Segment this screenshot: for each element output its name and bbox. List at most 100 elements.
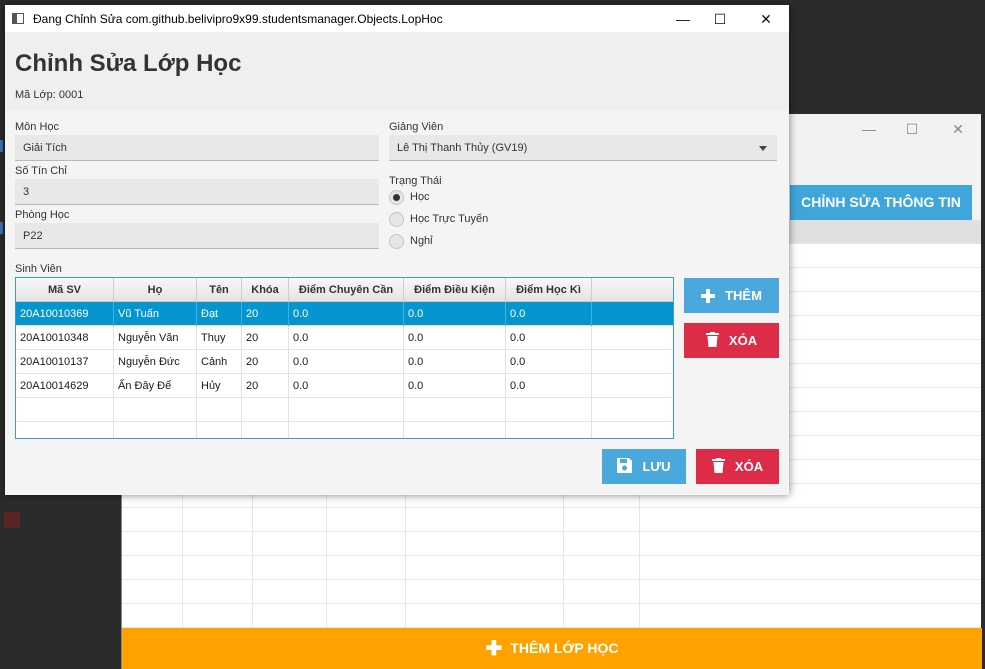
empty-cell — [242, 398, 289, 422]
cell-first-name: Đạt — [197, 302, 242, 326]
save-button[interactable]: LƯU — [602, 449, 686, 484]
column-header-condition[interactable]: Điểm Điều Kiện — [404, 278, 506, 302]
column-header-term[interactable]: Điểm Học Kì — [506, 278, 592, 302]
column-header-first-name[interactable]: Tên — [197, 278, 242, 302]
cell-last-name: Nguyễn Đức — [114, 350, 197, 374]
empty-cell — [242, 422, 289, 438]
add-class-label: THÊM LỚP HỌC — [510, 640, 619, 656]
students-table[interactable]: Mã SV Họ Tên Khóa Điểm Chuyên Cần Điểm Đ… — [15, 277, 674, 439]
cell-student-id: 20A10010369 — [16, 302, 114, 326]
delete-class-button[interactable]: XÓA — [696, 449, 779, 484]
status-option-label: Học — [410, 191, 430, 203]
minimize-button[interactable]: — — [673, 9, 693, 29]
table-row-empty[interactable] — [16, 422, 673, 438]
table-header: Mã SV Họ Tên Khóa Điểm Chuyên Cần Điểm Đ… — [16, 278, 673, 302]
table-row[interactable] — [122, 604, 981, 628]
cell-condition: 0.0 — [404, 326, 506, 350]
table-row-empty[interactable] — [16, 398, 673, 422]
chevron-down-icon — [759, 146, 767, 151]
cell-last-name: Nguyễn Văn — [114, 326, 197, 350]
window-title: Đang Chỉnh Sửa com.github.belivipro9x99.… — [33, 12, 443, 26]
cell-term: 0.0 — [506, 302, 592, 326]
table-row[interactable] — [122, 556, 981, 580]
edit-class-dialog: Đang Chỉnh Sửa com.github.belivipro9x99.… — [5, 5, 789, 495]
background-close-button[interactable]: ✕ — [949, 120, 967, 138]
background-minimize-button[interactable]: — — [860, 120, 878, 138]
error-marker — [4, 512, 20, 528]
radio-selected-icon — [389, 190, 404, 205]
table-row[interactable]: 20A10010348 Nguyễn Văn Thụy 20 0.0 0.0 0… — [16, 326, 673, 350]
cell-first-name: Cảnh — [197, 350, 242, 374]
room-input[interactable]: P22 — [15, 223, 379, 249]
plus-icon — [701, 288, 716, 303]
empty-cell — [114, 422, 197, 438]
cell-condition: 0.0 — [404, 350, 506, 374]
empty-cell — [506, 422, 592, 438]
cell-cohort: 20 — [242, 374, 289, 398]
empty-cell — [197, 422, 242, 438]
trash-icon — [705, 331, 719, 350]
subject-input[interactable]: Giải Tích — [15, 135, 379, 161]
lecturer-select[interactable]: Lê Thị Thanh Thủy (GV19) — [389, 135, 777, 161]
edit-info-button[interactable]: CHỈNH SỬA THÔNG TIN — [790, 185, 972, 220]
column-header-cohort[interactable]: Khóa — [242, 278, 289, 302]
dialog-header: Chỉnh Sửa Lớp Học Mã Lớp: 0001 — [5, 32, 789, 110]
lecturer-label: Giảng Viên — [389, 121, 444, 133]
close-button[interactable]: ✕ — [756, 9, 776, 29]
add-student-button[interactable]: THÊM — [684, 278, 779, 313]
cell-student-id: 20A10010348 — [16, 326, 114, 350]
cell-term: 0.0 — [506, 326, 592, 350]
table-row[interactable] — [122, 580, 981, 604]
empty-cell — [404, 422, 506, 438]
dialog-titlebar: Đang Chỉnh Sửa com.github.belivipro9x99.… — [5, 5, 789, 32]
empty-cell — [114, 398, 197, 422]
room-label: Phòng Học — [15, 209, 70, 221]
page-title: Chỉnh Sửa Lớp Học — [15, 50, 242, 77]
cell-first-name: Thụy — [197, 326, 242, 350]
credits-label: Số Tín Chỉ — [15, 165, 67, 177]
empty-cell — [289, 398, 404, 422]
table-row[interactable]: 20A10014629 Ấn Đây Để Hủy 20 0.0 0.0 0.0 — [16, 374, 673, 398]
cell-cohort: 20 — [242, 302, 289, 326]
column-header-attendance[interactable]: Điểm Chuyên Cần — [289, 278, 404, 302]
credits-input[interactable]: 3 — [15, 179, 379, 205]
cell-term: 0.0 — [506, 374, 592, 398]
save-label: LƯU — [642, 459, 671, 474]
students-label: Sinh Viên — [15, 263, 62, 275]
cell-first-name: Hủy — [197, 374, 242, 398]
empty-cell — [16, 398, 114, 422]
cell-attendance: 0.0 — [289, 350, 404, 374]
cell-cohort: 20 — [242, 350, 289, 374]
gutter-marker — [0, 140, 3, 152]
empty-cell — [289, 422, 404, 438]
empty-cell — [506, 398, 592, 422]
add-student-label: THÊM — [725, 288, 762, 303]
subject-label: Môn Học — [15, 121, 60, 133]
column-header-last-name[interactable]: Họ — [114, 278, 197, 302]
status-option-label: Nghỉ — [410, 235, 433, 247]
table-row[interactable]: 20A10010369 Vũ Tuấn Đạt 20 0.0 0.0 0.0 — [16, 302, 673, 326]
table-row[interactable] — [122, 508, 981, 532]
table-row[interactable] — [122, 532, 981, 556]
app-window-icon — [12, 13, 24, 24]
column-header-student-id[interactable]: Mã SV — [16, 278, 114, 302]
empty-cell — [404, 398, 506, 422]
maximize-button[interactable]: ☐ — [710, 9, 730, 29]
cell-cohort: 20 — [242, 326, 289, 350]
class-code: Mã Lớp: 0001 — [15, 89, 84, 101]
delete-student-button[interactable]: XÓA — [684, 323, 779, 358]
cell-term: 0.0 — [506, 350, 592, 374]
cell-condition: 0.0 — [404, 302, 506, 326]
cell-attendance: 0.0 — [289, 302, 404, 326]
table-row[interactable]: 20A10010137 Nguyễn Đức Cảnh 20 0.0 0.0 0… — [16, 350, 673, 374]
empty-cell — [16, 422, 114, 438]
status-label: Trạng Thái — [389, 175, 442, 187]
floppy-disk-icon — [617, 457, 633, 476]
lecturer-select-value: Lê Thị Thanh Thủy (GV19) — [397, 142, 528, 154]
plus-icon: ✚ — [485, 638, 503, 660]
background-maximize-button[interactable]: ☐ — [903, 120, 921, 138]
add-class-button[interactable]: ✚ THÊM LỚP HỌC — [122, 628, 982, 669]
cell-condition: 0.0 — [404, 374, 506, 398]
cell-student-id: 20A10010137 — [16, 350, 114, 374]
trash-icon — [711, 457, 725, 476]
